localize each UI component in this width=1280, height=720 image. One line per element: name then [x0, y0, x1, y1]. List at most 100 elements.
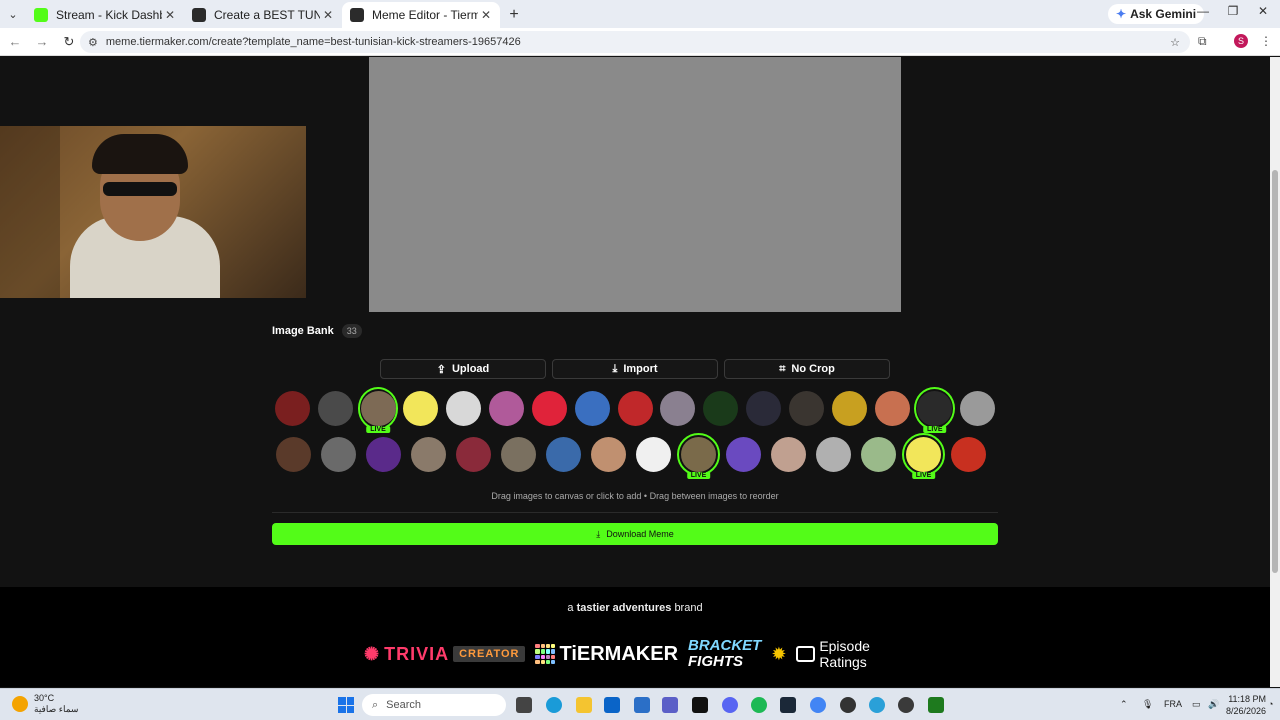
streamer-avatar[interactable]	[529, 387, 570, 430]
edge-icon[interactable]	[546, 697, 562, 713]
obs-icon[interactable]	[840, 697, 856, 713]
outlook-icon[interactable]	[604, 697, 620, 713]
start-menu-icon[interactable]	[338, 697, 354, 713]
language-indicator[interactable]: FRA	[1164, 699, 1182, 709]
streamer-avatar[interactable]: LIVE	[914, 387, 956, 433]
url-field[interactable]: ⚙ meme.tiermaker.com/create?template_nam…	[80, 31, 1190, 53]
discord-icon[interactable]	[722, 697, 738, 713]
menu-kebab-icon[interactable]: ⋮	[1260, 34, 1272, 48]
streamer-avatar[interactable]	[829, 387, 870, 430]
steam-icon[interactable]	[780, 697, 796, 713]
person-hair	[92, 134, 188, 174]
streamer-avatar[interactable]	[486, 387, 527, 430]
reload-icon[interactable]: ↻	[57, 34, 81, 50]
close-tab-icon[interactable]: ✕	[162, 8, 178, 22]
bracket-fights-logo[interactable]: BRACKET FIGHTS	[688, 638, 761, 670]
volume-icon[interactable]: 🔊	[1208, 699, 1219, 710]
streamer-avatar[interactable]	[872, 387, 913, 430]
app-icon[interactable]	[898, 697, 914, 713]
close-tab-icon[interactable]: ✕	[478, 8, 494, 22]
tiermaker-logo[interactable]: TiERMAKER	[535, 643, 678, 666]
app-icon[interactable]	[692, 697, 708, 713]
streamer-avatar[interactable]	[786, 387, 827, 430]
avatar-ring	[812, 433, 855, 476]
streamer-avatar[interactable]	[400, 387, 441, 430]
upload-button[interactable]: ⇪ Upload	[380, 359, 546, 379]
page-scrollbar[interactable]	[1270, 57, 1280, 687]
avatar-ring	[357, 387, 399, 430]
spotify-icon[interactable]	[751, 697, 767, 713]
streamer-avatar[interactable]	[632, 433, 675, 476]
profile-avatar[interactable]: S	[1234, 34, 1248, 48]
import-button[interactable]: ⤓ Import	[552, 359, 718, 379]
network-icon[interactable]: ▭	[1192, 699, 1201, 710]
taskbar-search[interactable]: ⌕ Search	[362, 694, 506, 716]
avatar-ring	[272, 387, 313, 430]
tab-kick-dashboard[interactable]: Stream - Kick Dashboard ✕	[26, 2, 184, 28]
close-window-icon[interactable]: ✕	[1248, 4, 1278, 18]
streamer-avatar[interactable]	[317, 433, 360, 476]
store-icon[interactable]	[634, 697, 650, 713]
site-info-icon[interactable]: ⚙	[88, 36, 98, 49]
streamer-avatar[interactable]	[700, 387, 741, 430]
streamer-avatar[interactable]	[957, 387, 998, 430]
file-explorer-icon[interactable]	[576, 697, 592, 713]
weather-widget[interactable]: 30°C سماء صافية	[12, 693, 78, 715]
meme-canvas[interactable]	[369, 57, 901, 312]
clock-date: 8/26/2026	[1226, 706, 1267, 716]
streamer-avatar[interactable]	[443, 387, 484, 430]
restore-icon[interactable]: ❐	[1218, 4, 1248, 18]
streamer-avatar[interactable]: LIVE	[902, 433, 945, 479]
streamer-avatar[interactable]: LIVE	[357, 387, 399, 433]
no-crop-button[interactable]: ⌗ No Crop	[724, 359, 890, 379]
system-clock[interactable]: 11:18 PM 8/26/2026	[1226, 693, 1266, 717]
scrollbar-thumb[interactable]	[1272, 170, 1278, 573]
streamer-avatar[interactable]	[722, 433, 765, 476]
bookmark-star-icon[interactable]: ☆	[1170, 36, 1180, 49]
streamer-avatar[interactable]	[272, 387, 313, 430]
streamer-avatar[interactable]	[362, 433, 405, 476]
streamer-avatar[interactable]	[657, 387, 698, 430]
streamer-avatar[interactable]	[587, 433, 630, 476]
no-crop-label: No Crop	[791, 363, 835, 375]
notifications-icon[interactable]: ◔	[1268, 699, 1273, 709]
extensions-icon[interactable]: ⧉	[1198, 34, 1207, 49]
mic-icon[interactable]: 🎙	[1142, 699, 1153, 710]
streamer-avatar[interactable]: LIVE	[677, 433, 720, 479]
messenger-icon[interactable]	[869, 697, 885, 713]
image-bank-title: Image Bank	[272, 325, 334, 337]
streamer-avatar[interactable]	[767, 433, 810, 476]
download-meme-button[interactable]: ⤓ Download Meme	[272, 523, 998, 545]
brand-name-link[interactable]: tastier adventures	[577, 602, 672, 614]
streamer-avatar[interactable]	[812, 433, 855, 476]
streamer-avatar[interactable]	[272, 433, 315, 476]
task-view-icon[interactable]	[516, 697, 532, 713]
trivia-creator-logo[interactable]: ✺ TRIVIA CREATOR	[364, 644, 526, 665]
streamer-avatar[interactable]	[542, 433, 585, 476]
back-icon[interactable]: ←	[3, 34, 27, 49]
streamer-avatar[interactable]	[947, 433, 990, 476]
tab-create-tierlist[interactable]: Create a BEST TUNISIAN KICK S ✕	[184, 2, 342, 28]
kick-app-icon[interactable]	[928, 697, 944, 713]
streamer-avatar[interactable]	[452, 433, 495, 476]
minimize-icon[interactable]: —	[1188, 4, 1218, 18]
avatar-ring	[786, 387, 827, 430]
streamer-avatar[interactable]	[497, 433, 540, 476]
tab-meme-editor[interactable]: Meme Editor - Tiermaker ✕	[342, 2, 500, 28]
chrome-icon[interactable]	[810, 697, 826, 713]
episode-ratings-logo[interactable]: Episode Ratings	[796, 638, 914, 670]
live-badge: LIVE	[686, 472, 711, 479]
streamer-avatar[interactable]	[615, 387, 656, 430]
streamer-avatar[interactable]	[407, 433, 450, 476]
avatar-ring	[497, 433, 540, 476]
tab-search-chevron-icon[interactable]: ⌄	[0, 0, 26, 28]
close-tab-icon[interactable]: ✕	[320, 8, 336, 22]
new-tab-button[interactable]: +	[500, 2, 528, 28]
streamer-avatar[interactable]	[743, 387, 784, 430]
teams-icon[interactable]	[662, 697, 678, 713]
streamer-avatar[interactable]	[572, 387, 613, 430]
streamer-avatar[interactable]	[315, 387, 356, 430]
tray-chevron-icon[interactable]: ⌃	[1120, 699, 1128, 710]
forward-icon[interactable]: →	[30, 34, 54, 49]
streamer-avatar[interactable]	[857, 433, 900, 476]
